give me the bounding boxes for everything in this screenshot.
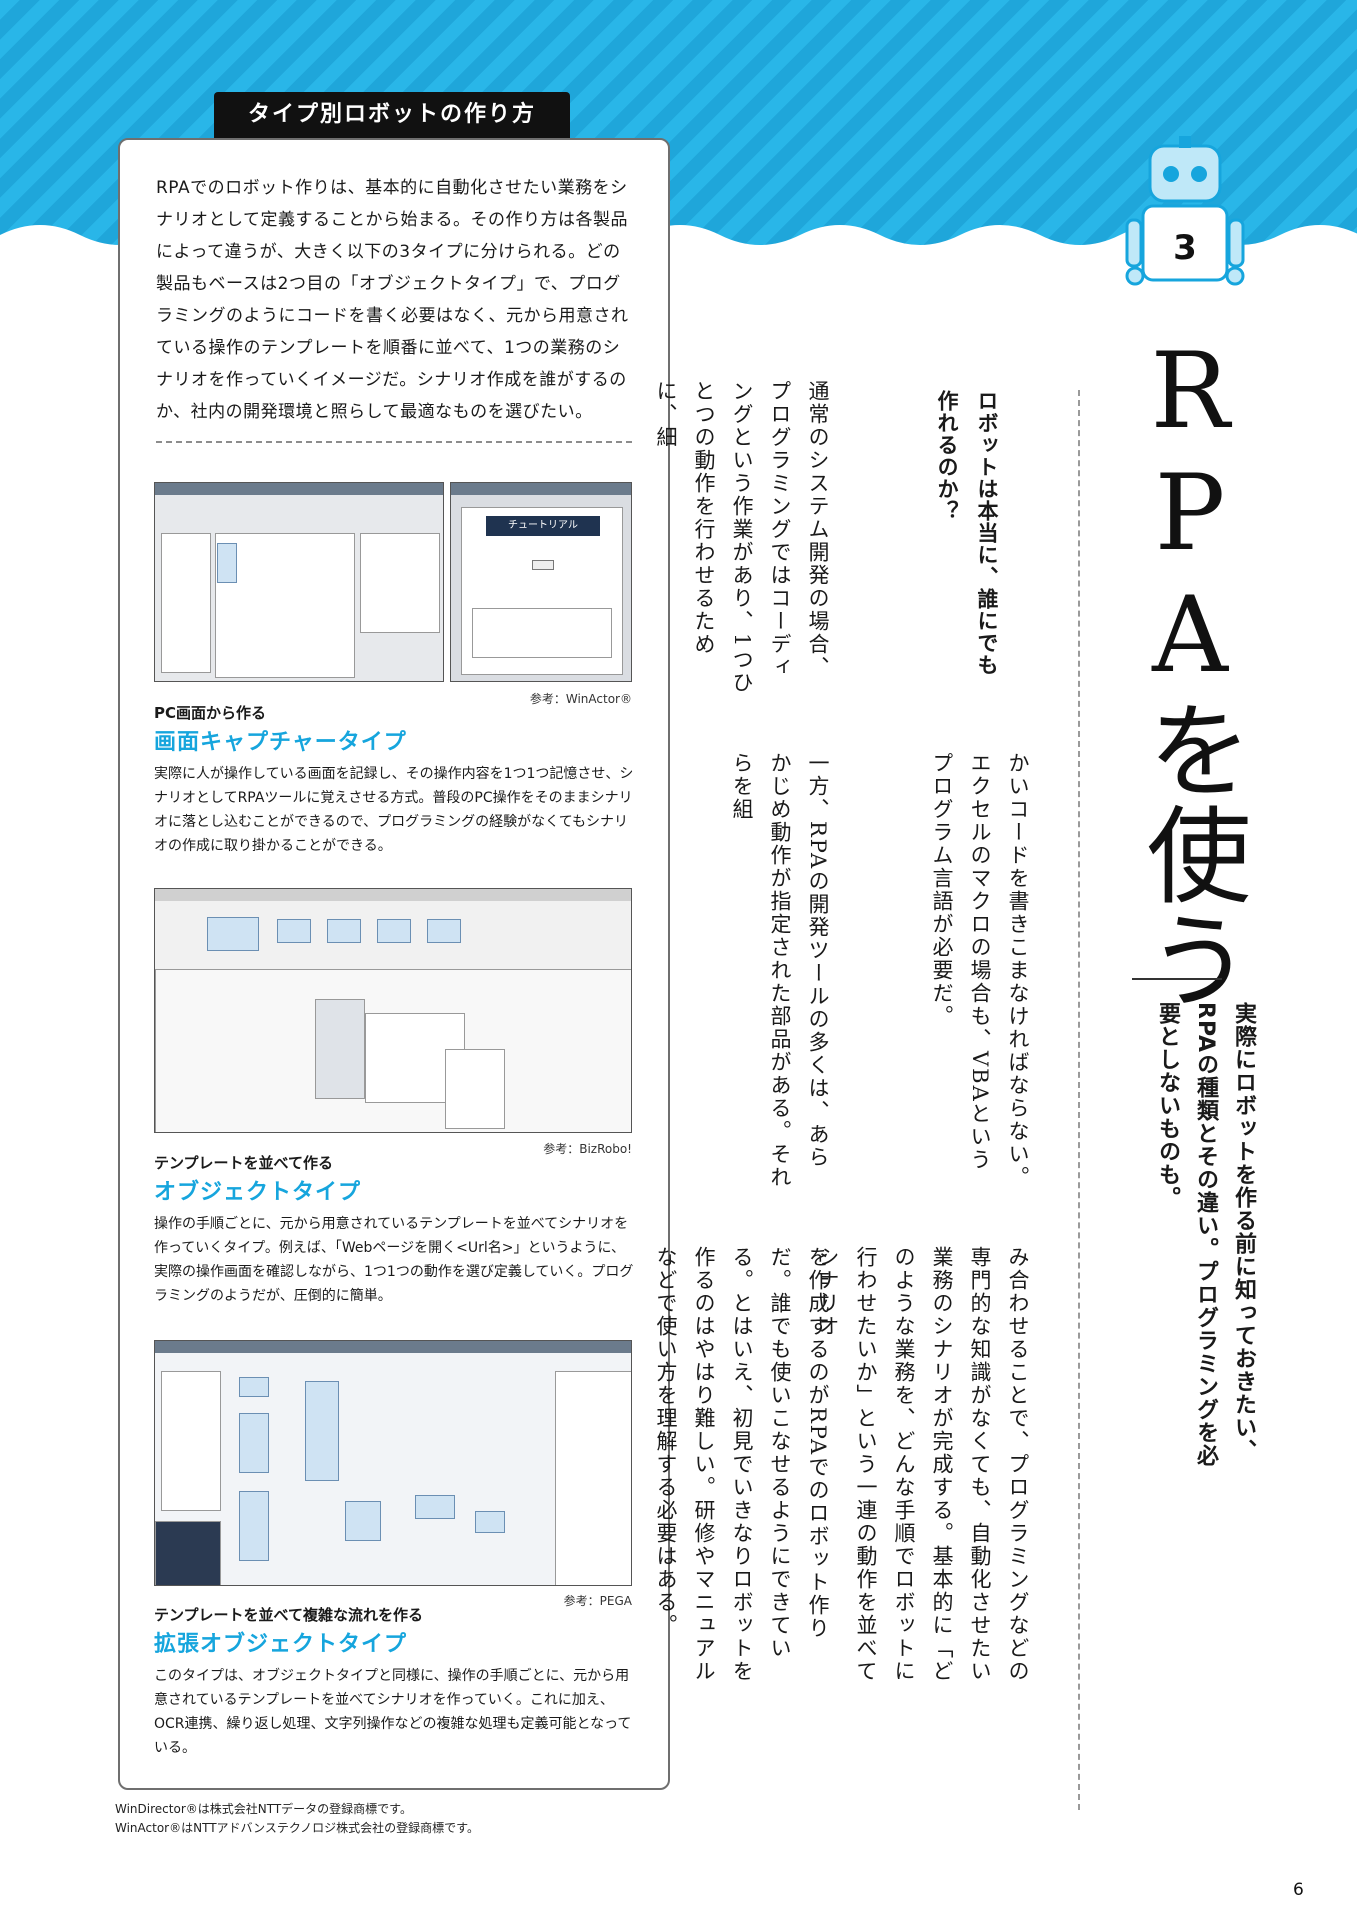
type3-name: 拡張オブジェクトタイプ [154, 1632, 408, 1657]
lead-text: 実際にロボットを作る前に知っておきたい、RPAの種類とその違い。プログラミングを… [1155, 1002, 1256, 1468]
article-col-1: 通常のシステム開発の場合、プログラミングではコーディングという作業があり、1つひ… [654, 380, 830, 695]
trademark-note-2: WinActor®はNTTアドバンステクノロジ株式会社の登録商標です。 [115, 1821, 479, 1835]
lead-rule [1132, 978, 1222, 980]
pega-screenshot [154, 1340, 632, 1586]
dashed-divider [156, 441, 632, 443]
trademark-note-1: WinDirector®は株式会社NTTデータの登録商標です。 [115, 1802, 412, 1816]
article-col-2: かいコードを書きこまなければならない。エクセルのマクロの場合も、VBAというプロ… [930, 752, 1030, 1189]
type2-subhead: テンプレートを並べて作る [154, 1154, 333, 1172]
article-heading: ロボットは本当に、誰にでも作れるのか？ [935, 390, 999, 676]
type1-name: 画面キャプチャータイプ [154, 730, 407, 755]
type1-desc: 実際に人が操作している画面を記録し、その操作内容を1つ1つ記憶させ、シナリオとし… [154, 766, 634, 854]
type2-desc: 操作の手順ごとに、元から用意されているテンプレートを並べてシナリオを作っていくタ… [154, 1216, 634, 1304]
tutorial-label: チュートリアル [486, 516, 600, 536]
page-number: 6 [1293, 1880, 1304, 1900]
article-col-4: み合わせることで、プログラミングなどの専門的な知識がなくても、自動化させたい業務… [816, 1246, 1030, 1683]
credit-2: 参考：BizRobo! [543, 1142, 632, 1156]
type3-desc: このタイプは、オブジェクトタイプと同様に、操作の手順ごとに、元から用意されている… [154, 1668, 632, 1756]
chapter-number: 3 [1173, 228, 1197, 268]
winactor-screenshot [154, 482, 444, 682]
credit-3: 参考：PEGA [563, 1594, 632, 1608]
box-intro: RPAでのロボット作りは、基本的に自動化させたい業務をシナリオとして定義すること… [156, 178, 629, 422]
box-title: タイプ別ロボットの作り方 [214, 92, 570, 138]
article-col-5: を作成するのがRPAでのロボット作りだ。誰でも使いこなせるようにできている。とは… [654, 1246, 830, 1683]
tutorial-screenshot: チュートリアル [450, 482, 632, 682]
robot-icon [1125, 136, 1245, 286]
type3-subhead: テンプレートを並べて複雑な流れを作る [154, 1606, 423, 1624]
credit-1: 参考：WinActor® [529, 692, 632, 706]
chapter-title: RPAを使う [1129, 330, 1251, 1011]
article-col-3: 一方、RPAの開発ツールの多くは、あらかじめ動作が指定された部品がある。それらを… [730, 752, 830, 1189]
bizrobo-screenshot [154, 888, 632, 1133]
type2-name: オブジェクトタイプ [154, 1180, 362, 1205]
type1-subhead: PC画面から作る [154, 704, 267, 722]
vertical-dashed-divider [1078, 390, 1080, 1810]
